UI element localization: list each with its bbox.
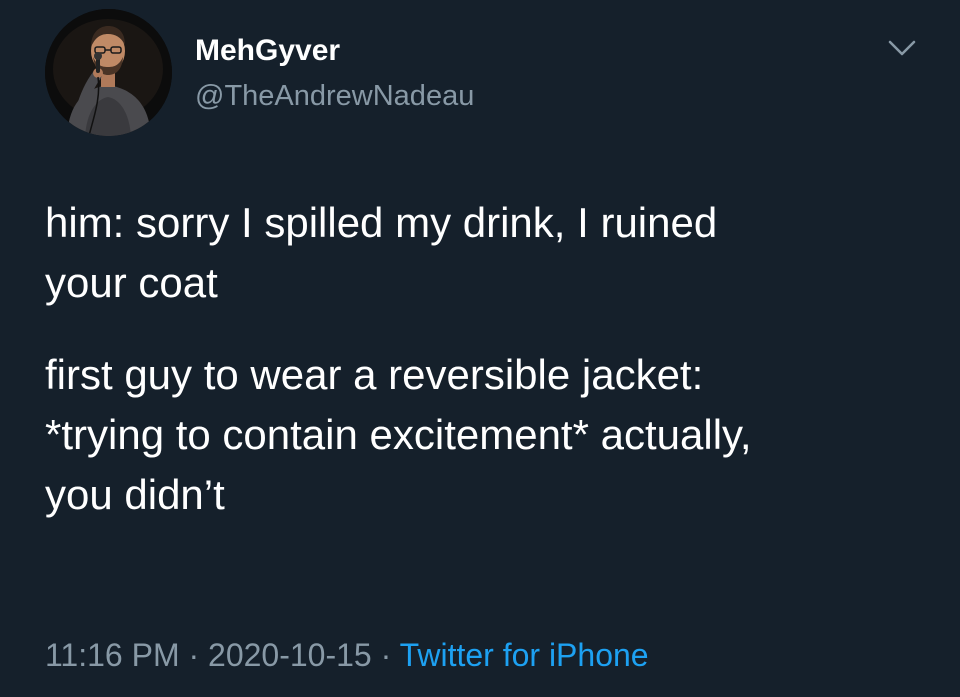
- avatar[interactable]: [45, 9, 172, 136]
- tweet-paragraph: him: sorry I spilled my drink, I ruined …: [45, 199, 718, 306]
- user-handle[interactable]: @TheAndrewNadeau: [195, 80, 474, 113]
- tweet-source-link[interactable]: Twitter for iPhone: [400, 637, 649, 673]
- profile-photo-image: [45, 9, 172, 136]
- tweet-date[interactable]: 2020-10-15: [208, 637, 372, 673]
- tweet-card: MehGyver @TheAndrewNadeau him: sorry I s…: [0, 0, 960, 697]
- chevron-down-icon[interactable]: [884, 36, 920, 60]
- tweet-paragraph: first guy to wear a reversible jacket: *…: [45, 351, 752, 518]
- tweet-time[interactable]: 11:16 PM: [45, 637, 180, 673]
- tweet-text: him: sorry I spilled my drink, I ruined …: [45, 193, 925, 525]
- display-name[interactable]: MehGyver: [195, 34, 340, 68]
- tweet-metadata: 11:16 PM · 2020-10-15 · Twitter for iPho…: [45, 637, 649, 674]
- separator-dot: ·: [380, 637, 392, 673]
- separator-dot: ·: [188, 637, 200, 673]
